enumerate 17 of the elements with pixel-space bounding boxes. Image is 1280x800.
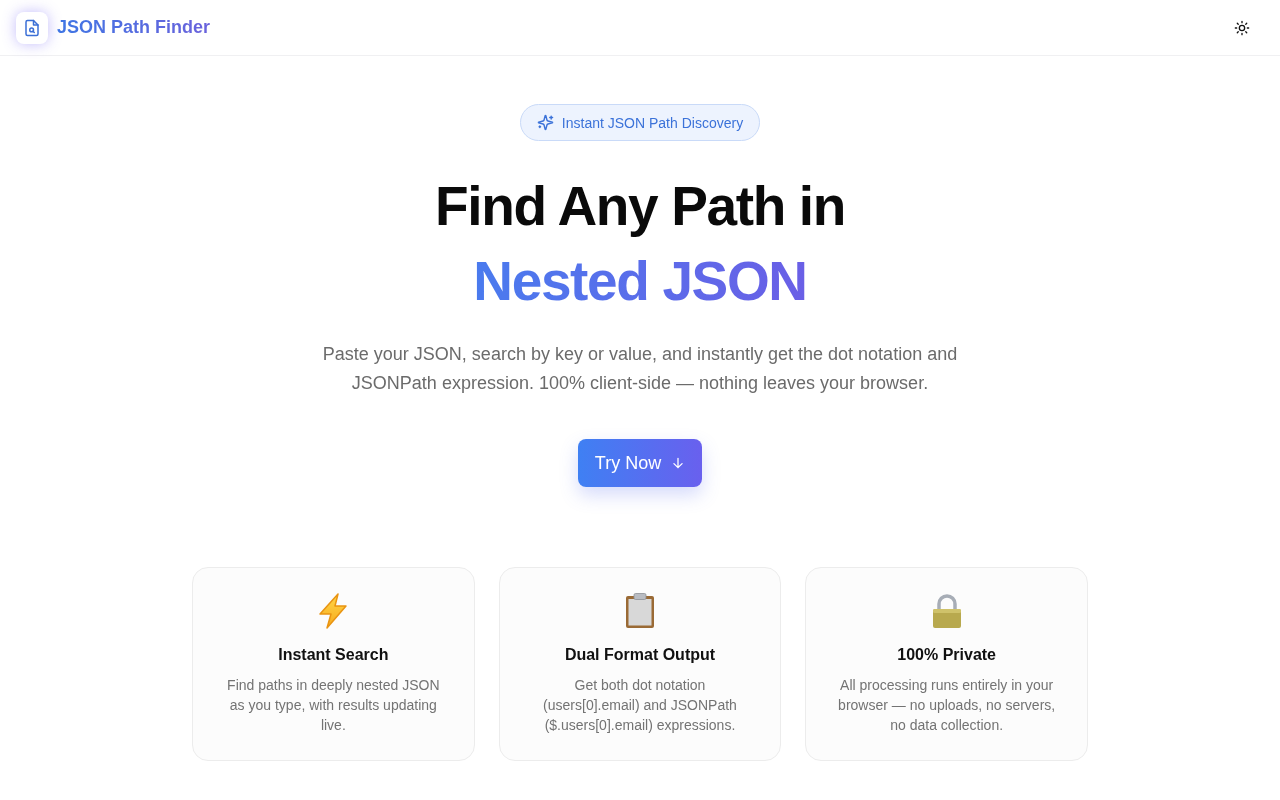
hero-description: Paste your JSON, search by key or value, and instantly get the dot notation and JSONPath expression. 100% client-side — nothing leaves your browser. xyxy=(321,343,959,395)
feature-description: Find paths in deeply nested JSON as you type, with results updating live. xyxy=(226,676,441,735)
feature-title: Dual Format Output xyxy=(564,645,716,665)
feature-description: All processing runs entirely in your browser — no uploads, no servers, no data collection. xyxy=(837,676,1057,735)
sparkles-icon xyxy=(536,114,554,131)
badge-text: Instant JSON Path Discovery xyxy=(561,114,744,131)
lightning-bolt-icon xyxy=(318,593,349,629)
logo-icon xyxy=(16,11,48,44)
feature-title: Instant Search xyxy=(278,645,389,665)
padlock-icon xyxy=(931,593,962,629)
feature-title: 100% Private xyxy=(897,645,996,665)
clipboard-icon xyxy=(625,593,655,629)
arrow-down-icon xyxy=(671,456,686,470)
sun-icon xyxy=(1234,19,1250,36)
headline: Find Any Path in xyxy=(435,174,845,239)
feature-description: Get both dot notation (users[0].email) and JSONPath ($.users[0].email) expressions. xyxy=(542,676,738,735)
try-now-button[interactable]: Try Now xyxy=(577,439,703,487)
